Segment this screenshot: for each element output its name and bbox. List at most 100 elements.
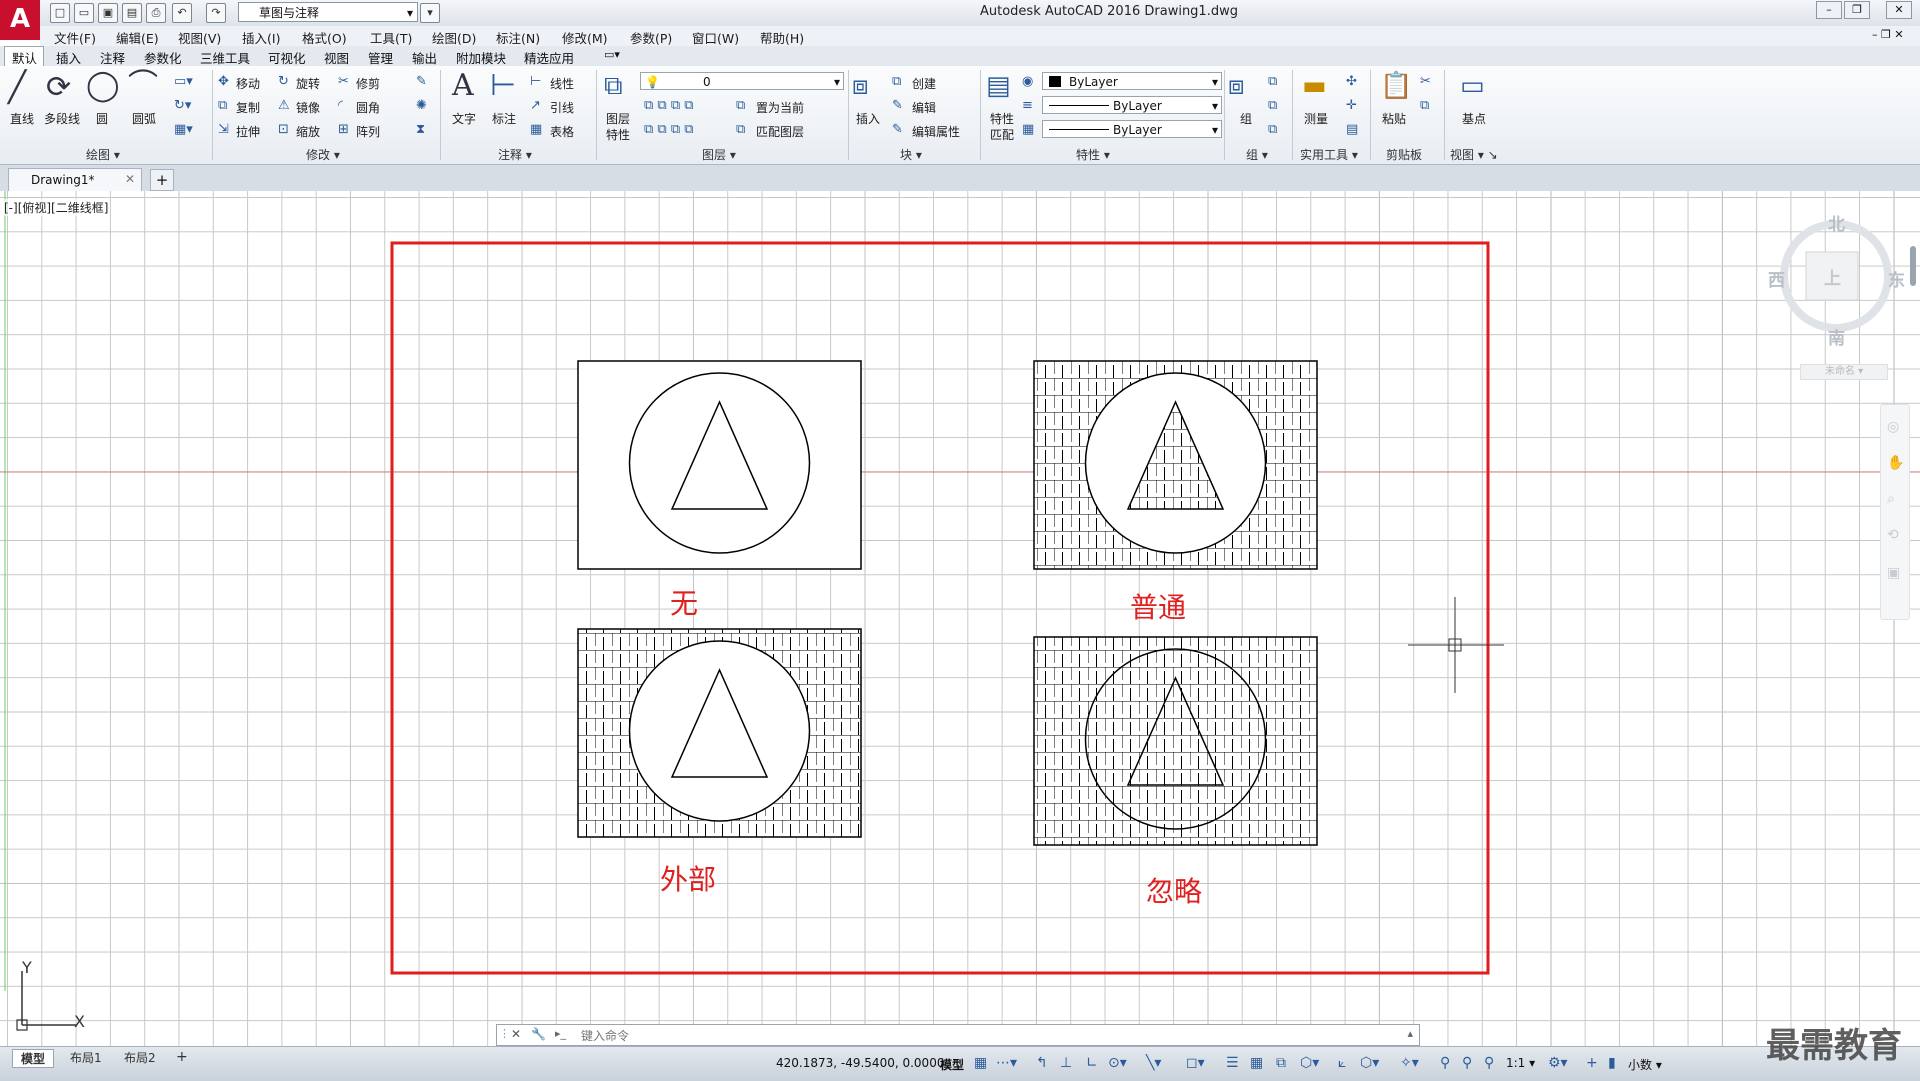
tab-visualize[interactable]: 可视化 <box>268 48 306 67</box>
arc-icon[interactable]: ⌒ <box>128 70 158 102</box>
wcs-menu[interactable]: 未命名 ▾ <box>1800 364 1888 380</box>
restore-button[interactable]: ❐ <box>1844 1 1870 19</box>
erase-icon[interactable]: ✎ <box>416 74 427 89</box>
tab-featured-apps[interactable]: 精选应用 <box>524 48 574 67</box>
edit-label[interactable]: 编辑 <box>912 99 936 116</box>
group-select-icon[interactable]: ⧉ <box>1268 122 1277 137</box>
paste-icon[interactable]: 📋 <box>1380 70 1412 102</box>
layer-tool-icon[interactable]: ⧉ ⧉ ⧉ ⧉ <box>644 98 694 113</box>
tab-view[interactable]: 视图 <box>324 48 349 67</box>
linetype-dropdown[interactable]: ByLayer ▾ <box>1042 96 1222 114</box>
navigation-bar[interactable]: ◎ ✋ ⌕ ⟲ ▣ <box>1880 404 1910 620</box>
edit-attr-label[interactable]: 编辑属性 <box>912 123 960 140</box>
customize-wrench-icon[interactable]: 🔧 <box>531 1027 546 1041</box>
layout-tab-1[interactable]: 布局1 <box>70 1049 102 1066</box>
copy-label[interactable]: 复制 <box>236 99 260 116</box>
lineweight-icon[interactable]: ≡ <box>1022 98 1033 113</box>
menu-insert[interactable]: 插入(I) <box>242 28 280 47</box>
hatch-icon[interactable]: ▦▾ <box>174 122 193 137</box>
edit-block-icon[interactable]: ✎ <box>892 98 903 113</box>
group-icon[interactable]: ⧈ <box>1228 70 1245 102</box>
workspace-gear-icon[interactable]: ⚙▾ <box>1548 1055 1568 1071</box>
drag-handle-icon[interactable]: ⋮ <box>499 1027 510 1040</box>
compass-north[interactable]: 北 <box>1828 210 1845 235</box>
zoom-icon[interactable]: ⌕ <box>1887 491 1895 507</box>
hatch-sample-none[interactable] <box>577 360 862 570</box>
redo-icon[interactable]: ↷ <box>206 3 226 23</box>
panel-title-block[interactable]: 块 ▾ <box>900 146 922 163</box>
coordinate-readout[interactable]: 420.1873, -49.5400, 0.0000 <box>776 1056 944 1070</box>
selection-filter-icon[interactable]: ⬡▾ <box>1360 1055 1379 1071</box>
add-layout-button[interactable]: + <box>176 1049 188 1065</box>
showmotion-icon[interactable]: ▣ <box>1887 565 1900 581</box>
selection-cycling-icon[interactable]: ⧉ <box>1276 1055 1286 1071</box>
move-label[interactable]: 移动 <box>236 75 260 92</box>
3d-osnap-icon[interactable]: ⬡▾ <box>1300 1055 1319 1071</box>
recent-commands-icon[interactable]: ▸_ <box>555 1027 566 1040</box>
steering-wheel-icon[interactable]: ◎ <box>1887 419 1899 435</box>
color-dropdown[interactable]: ByLayer ▾ <box>1042 72 1222 90</box>
infer-icon[interactable]: ↰ <box>1036 1055 1048 1071</box>
leader-icon[interactable]: ↗ <box>530 98 541 113</box>
document-tab[interactable]: Drawing1* ✕ <box>8 168 142 191</box>
menu-tools[interactable]: 工具(T) <box>370 28 412 47</box>
menu-view[interactable]: 视图(V) <box>178 28 221 47</box>
polyline-button-label[interactable]: 多段线 <box>44 110 80 127</box>
minimize-button[interactable]: – <box>1816 1 1842 19</box>
text-icon[interactable]: A <box>452 70 474 102</box>
tab-3d-tools[interactable]: 三维工具 <box>200 48 250 67</box>
undo-icon[interactable]: ↶ <box>172 3 192 23</box>
ribbon-toggle-icon[interactable]: ▭▾ <box>604 48 620 61</box>
stretch-icon[interactable]: ⇲ <box>218 122 229 137</box>
app-menu-button[interactable]: A <box>0 0 40 40</box>
panel-title-modify[interactable]: 修改 ▾ <box>306 146 340 163</box>
make-current-icon[interactable]: ⧉ <box>736 98 745 113</box>
menu-window[interactable]: 窗口(W) <box>692 28 739 47</box>
annotation-scale-icon[interactable]: ⚲ <box>1484 1055 1494 1071</box>
rectangle-icon[interactable]: ▭▾ <box>174 74 193 89</box>
gizmo-icon[interactable]: ✧▾ <box>1400 1055 1419 1071</box>
rotate-icon[interactable]: ↻ <box>278 74 289 89</box>
dimension-button-label[interactable]: 标注 <box>492 110 516 127</box>
menu-parametric[interactable]: 参数(P) <box>630 28 672 47</box>
view-cube[interactable]: 北 南 西 东 上 <box>1768 206 1905 356</box>
polyline-icon[interactable]: ⟳ <box>46 72 71 104</box>
panel-title-clipboard[interactable]: 剪贴板 <box>1386 146 1422 163</box>
chevron-up-icon[interactable]: ▴ <box>1407 1027 1413 1040</box>
mirror-label[interactable]: 镜像 <box>296 99 320 116</box>
lineweight-status-icon[interactable]: ☰ <box>1226 1055 1239 1071</box>
vertical-scrollbar[interactable] <box>1910 246 1916 286</box>
compass-west[interactable]: 西 <box>1768 266 1785 291</box>
hatch-sample-outer[interactable] <box>577 628 862 838</box>
insert-label[interactable]: 插入 <box>856 110 880 127</box>
copy-clip-icon[interactable]: ⧉ <box>1420 98 1429 113</box>
cut-icon[interactable]: ✂ <box>1420 74 1431 89</box>
panel-title-layers[interactable]: 图层 ▾ <box>702 146 736 163</box>
auto-scale-icon[interactable]: ⚲ <box>1462 1055 1472 1071</box>
pan-icon[interactable]: ✋ <box>1887 455 1904 471</box>
compass-east[interactable]: 东 <box>1888 266 1905 291</box>
command-input[interactable] <box>579 1026 1383 1046</box>
line-icon[interactable]: ╱ <box>8 72 26 104</box>
menu-modify[interactable]: 修改(M) <box>562 28 608 47</box>
arc-button-label[interactable]: 圆弧 <box>132 110 156 127</box>
table-label[interactable]: 表格 <box>550 123 574 140</box>
tab-annotate[interactable]: 注释 <box>100 48 125 67</box>
menu-file[interactable]: 文件(F) <box>54 28 96 47</box>
line-button-label[interactable]: 直线 <box>10 110 34 127</box>
copy-icon[interactable]: ⧉ <box>218 98 227 113</box>
layer-props-label-2[interactable]: 特性 <box>606 126 630 143</box>
linear-label[interactable]: 线性 <box>550 75 574 92</box>
move-icon[interactable]: ✥ <box>218 74 229 89</box>
layout-tab-2[interactable]: 布局2 <box>124 1049 156 1066</box>
polar-icon[interactable]: ⊙▾ <box>1108 1055 1127 1071</box>
dynamic-input-icon[interactable]: ⊥ <box>1060 1055 1072 1071</box>
tab-default[interactable]: 默认 <box>12 48 37 67</box>
panel-title-groups[interactable]: 组 ▾ <box>1246 146 1268 163</box>
point-icon[interactable]: ✣ <box>1346 74 1357 89</box>
make-current-label[interactable]: 置为当前 <box>756 99 804 116</box>
tab-addins[interactable]: 附加模块 <box>456 48 506 67</box>
circle-icon[interactable]: ◯ <box>86 70 120 102</box>
new-tab-button[interactable]: + <box>150 169 174 191</box>
grid-icon[interactable]: ▦ <box>974 1055 987 1071</box>
